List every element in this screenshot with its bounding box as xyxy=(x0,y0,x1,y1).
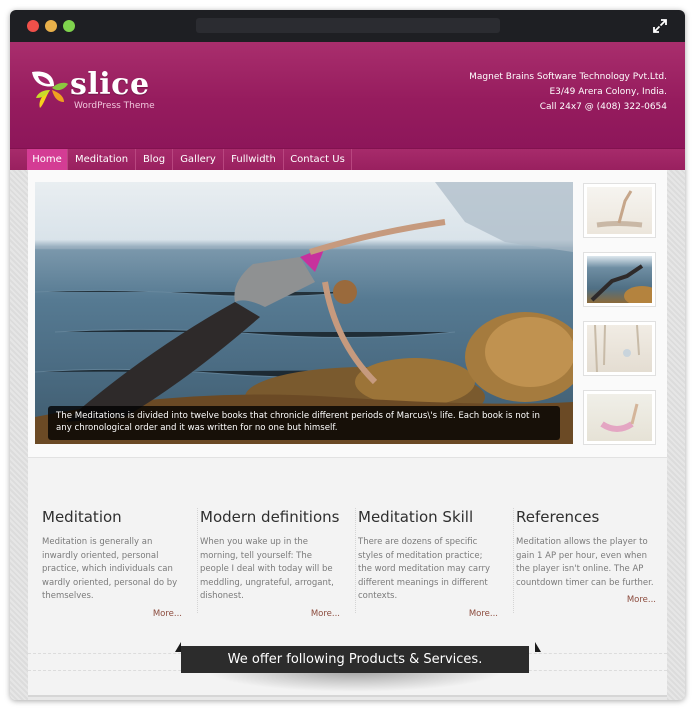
ribbon-fold-right xyxy=(535,642,541,652)
column-divider xyxy=(197,508,198,613)
more-link[interactable]: More... xyxy=(200,609,340,619)
ribbon-shadow xyxy=(205,670,505,692)
image-slider: The Meditations is divided into twelve b… xyxy=(28,170,667,458)
feature-column: Meditation Meditation is generally an in… xyxy=(42,508,182,619)
company-phone: Call 24x7 @ (408) 322-0654 xyxy=(539,102,667,112)
column-divider xyxy=(355,508,356,613)
column-text: Meditation allows the player to gain 1 A… xyxy=(516,537,654,588)
slider-thumbnail[interactable] xyxy=(583,183,656,238)
right-texture xyxy=(667,170,685,700)
address-bar[interactable] xyxy=(196,18,500,33)
site-logo[interactable]: slice WordPress Theme xyxy=(30,68,170,118)
slide-caption: The Meditations is divided into twelve b… xyxy=(48,406,560,440)
title-bar xyxy=(10,10,685,42)
column-divider xyxy=(513,508,514,613)
nav-item-blog[interactable]: Blog xyxy=(136,149,173,170)
logo-tagline: WordPress Theme xyxy=(74,101,155,111)
company-address: E3/49 Arera Colony, India. xyxy=(549,87,667,97)
column-text: When you wake up in the morning, tell yo… xyxy=(200,537,334,601)
feature-column: Modern definitions When you wake up in t… xyxy=(200,508,340,619)
nav-item-meditation[interactable]: Meditation xyxy=(68,149,136,170)
site-header: slice WordPress Theme Magnet Brains Soft… xyxy=(10,42,685,148)
thumbnail-image xyxy=(587,256,652,303)
column-text: There are dozens of specific styles of m… xyxy=(358,537,491,601)
page-content: The Meditations is divided into twelve b… xyxy=(28,170,667,697)
butterfly-leaf-logo-icon xyxy=(32,71,68,108)
left-texture xyxy=(10,170,28,700)
column-text: Meditation is generally an inwardly orie… xyxy=(42,537,178,601)
contact-info: Magnet Brains Software Technology Pvt.Lt… xyxy=(469,70,667,115)
hero-slide-image[interactable]: The Meditations is divided into twelve b… xyxy=(35,182,573,444)
company-name: Magnet Brains Software Technology Pvt.Lt… xyxy=(469,72,667,82)
yoga-backbend-illustration xyxy=(35,182,573,444)
feature-column: Meditation Skill There are dozens of spe… xyxy=(358,508,498,619)
zoom-button[interactable] xyxy=(63,20,75,32)
column-title: References xyxy=(516,508,600,526)
slider-thumbnail[interactable] xyxy=(583,390,656,445)
minimize-button[interactable] xyxy=(45,20,57,32)
column-title: Modern definitions xyxy=(200,508,340,526)
more-link[interactable]: More... xyxy=(516,595,656,605)
nav-item-gallery[interactable]: Gallery xyxy=(173,149,224,170)
thumbnail-image xyxy=(587,187,652,234)
main-nav: Home Meditation Blog Gallery Fullwidth C… xyxy=(10,148,685,170)
column-title: Meditation xyxy=(42,508,122,526)
column-title: Meditation Skill xyxy=(358,508,474,526)
feature-column: References Meditation allows the player … xyxy=(516,508,656,605)
nav-item-fullwidth[interactable]: Fullwidth xyxy=(224,149,284,170)
nav-item-home[interactable]: Home xyxy=(27,149,68,170)
slider-thumbnail[interactable] xyxy=(583,321,656,376)
more-link[interactable]: More... xyxy=(358,609,498,619)
nav-item-contact-us[interactable]: Contact Us xyxy=(284,149,352,170)
expand-arrows-icon[interactable] xyxy=(651,17,669,35)
logo-wordmark: slice xyxy=(70,67,150,102)
ribbon-text: We offer following Products & Services. xyxy=(181,646,529,673)
slider-thumbnail-active[interactable] xyxy=(583,252,656,307)
close-button[interactable] xyxy=(27,20,39,32)
browser-window: slice WordPress Theme Magnet Brains Soft… xyxy=(10,10,685,700)
thumbnail-image xyxy=(587,394,652,441)
more-link[interactable]: More... xyxy=(42,609,182,619)
thumbnail-image xyxy=(587,325,652,372)
services-ribbon: We offer following Products & Services. xyxy=(175,642,541,692)
